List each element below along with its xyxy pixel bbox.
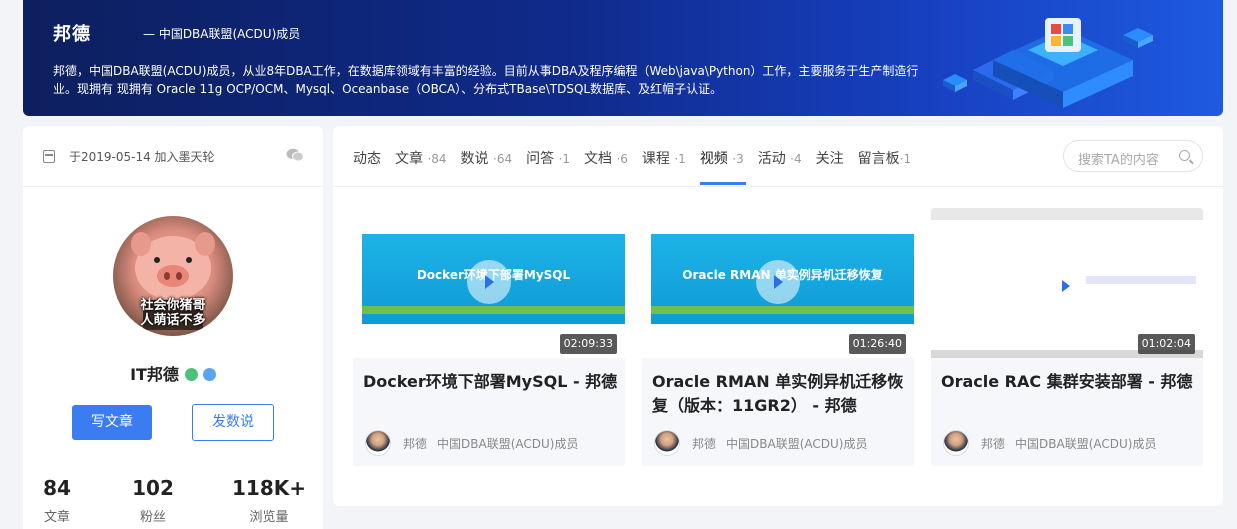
banner-name: 邦德 — [53, 24, 91, 45]
search-placeholder: 搜索TA的内容 — [1078, 153, 1159, 168]
verified-badge-icon — [184, 368, 198, 381]
expert-badge-icon — [202, 368, 216, 381]
content-panel: 动态 文章 ·84 数说 ·64 问答 ·1 文档 ·6 课程 ·1 视频 ·3… — [333, 126, 1223, 506]
tab-activity[interactable]: 动态 — [353, 148, 381, 168]
video-author[interactable]: 邦德 中国DBA联盟(ACDU)成员 — [654, 430, 867, 456]
tab-following[interactable]: 关注 — [816, 148, 844, 168]
search-icon[interactable] — [1179, 150, 1190, 161]
video-card[interactable]: Docker环境下部署MySQL 02:09:33 Docker环境下部署MyS… — [353, 208, 625, 466]
tab-events[interactable]: 活动 ·4 — [758, 148, 802, 168]
tab-courses[interactable]: 课程 ·1 — [642, 148, 686, 168]
stat-views: 118K+ 浏览量 — [229, 476, 309, 525]
wechat-icon[interactable] — [286, 148, 304, 162]
video-thumbnail[interactable]: Docker环境下部署MySQL 02:09:33 — [353, 208, 625, 358]
thumbnail-bar — [651, 306, 914, 314]
banner-bio: 邦德，中国DBA联盟(ACDU)成员，从业8年DBA工作，在数据库领域有丰富的经… — [53, 64, 919, 96]
video-thumbnail[interactable]: 01:02:04 — [931, 208, 1203, 358]
stat-number: 102 — [132, 476, 174, 500]
stat-number: 118K+ — [231, 476, 306, 500]
divider — [23, 186, 323, 187]
tab-articles[interactable]: 文章 ·84 — [395, 148, 447, 168]
divider — [333, 186, 1223, 187]
post-shuoshuo-button[interactable]: 发数说 — [192, 404, 274, 441]
tab-guestbook[interactable]: 留言板·1 — [858, 148, 911, 168]
search-input[interactable]: 搜索TA的内容 — [1063, 140, 1203, 172]
play-icon[interactable] — [1062, 280, 1070, 292]
author-org: 中国DBA联盟(ACDU)成员 — [1015, 436, 1157, 451]
editor-toolbar — [931, 208, 1203, 220]
stat-number: 84 — [43, 476, 71, 500]
video-title[interactable]: Docker环境下部署MySQL - 邦德 — [363, 370, 619, 394]
stat-fans[interactable]: 102 粉丝 — [113, 476, 193, 525]
video-duration: 01:02:04 — [1137, 334, 1195, 354]
tab-docs[interactable]: 文档 ·6 — [584, 148, 628, 168]
avatar-caption-1: 社会你猪哥 — [140, 298, 206, 313]
joined-text: 于2019-05-14 加入墨天轮 — [69, 150, 215, 164]
video-duration: 02:09:33 — [559, 334, 617, 354]
video-title[interactable]: Oracle RMAN 单实例异机迁移恢复（版本：11GR2） - 邦德 — [652, 370, 908, 418]
author-avatar — [365, 430, 391, 456]
joined-date: 于2019-05-14 加入墨天轮 — [43, 148, 215, 165]
tab-shuoshuo[interactable]: 数说 ·64 — [461, 148, 513, 168]
editor-highlight — [1086, 276, 1196, 284]
avatar: 社会你猪哥 人萌话不多 — [113, 216, 233, 336]
tab-videos[interactable]: 视频 ·3 — [699, 148, 746, 185]
author-avatar — [943, 430, 969, 456]
profile-banner: 邦德 — 中国DBA联盟(ACDU)成员 邦德，中国DBA联盟(ACDU)成员，… — [23, 0, 1223, 116]
calendar-icon — [43, 150, 55, 163]
author-name: 邦德 — [403, 436, 428, 451]
video-thumbnail[interactable]: Oracle RMAN 单实例异机迁移恢复 01:26:40 — [642, 208, 914, 358]
banner-illustration — [943, 18, 1153, 108]
author-name: 邦德 — [692, 436, 717, 451]
stat-label: 粉丝 — [139, 510, 166, 525]
thumbnail-bar — [362, 306, 625, 314]
video-title[interactable]: Oracle RAC 集群安装部署 - 邦德 — [941, 370, 1197, 394]
author-name: 邦德 — [981, 436, 1006, 451]
stat-label: 浏览量 — [249, 510, 289, 525]
video-card[interactable]: Oracle RMAN 单实例异机迁移恢复 01:26:40 Oracle RM… — [642, 208, 914, 466]
avatar-caption-2: 人萌话不多 — [140, 313, 206, 328]
video-author[interactable]: 邦德 中国DBA联盟(ACDU)成员 — [365, 430, 578, 456]
author-org: 中国DBA联盟(ACDU)成员 — [726, 436, 868, 451]
banner-org: — 中国DBA联盟(ACDU)成员 — [143, 27, 301, 41]
stat-label: 文章 — [43, 510, 70, 525]
stat-articles[interactable]: 84 文章 — [17, 476, 97, 525]
play-icon[interactable] — [467, 260, 511, 304]
content-tabs: 动态 文章 ·84 数说 ·64 问答 ·1 文档 ·6 课程 ·1 视频 ·3… — [353, 148, 925, 185]
video-author[interactable]: 邦德 中国DBA联盟(ACDU)成员 — [943, 430, 1156, 456]
username: IT邦德 — [23, 361, 323, 385]
play-icon[interactable] — [756, 260, 800, 304]
write-article-button[interactable]: 写文章 — [72, 405, 152, 440]
tab-qa[interactable]: 问答 ·1 — [526, 148, 570, 168]
video-card[interactable]: 01:02:04 Oracle RAC 集群安装部署 - 邦德 邦德 中国DBA… — [931, 208, 1203, 466]
username-text: IT邦德 — [130, 365, 179, 384]
author-org: 中国DBA联盟(ACDU)成员 — [437, 436, 579, 451]
author-avatar — [654, 430, 680, 456]
profile-card: 于2019-05-14 加入墨天轮 社会你猪哥 人萌话不多 IT邦德 写文章 发… — [23, 126, 323, 529]
video-duration: 01:26:40 — [848, 334, 906, 354]
